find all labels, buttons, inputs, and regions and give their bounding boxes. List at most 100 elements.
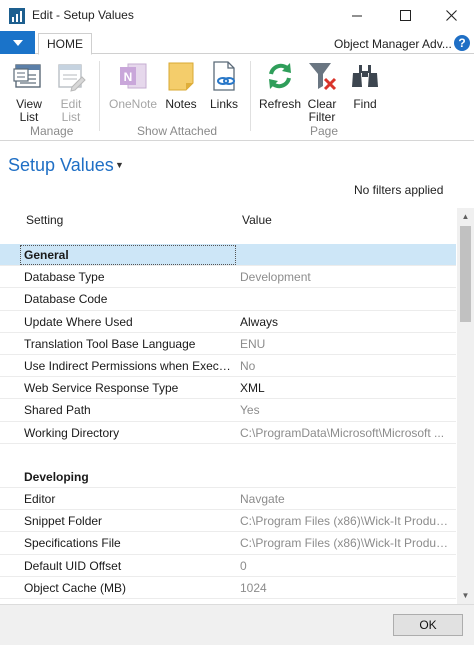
scroll-up-icon[interactable]: ▲ [457,208,474,225]
links-icon [213,61,235,91]
notes-label: Notes [165,97,197,111]
vertical-scrollbar[interactable]: ▲ ▼ [457,208,474,604]
blank-row [0,444,456,466]
table-row[interactable]: Editor Navgate [0,488,456,511]
ribbon-tab-row: HOME Object Manager Adv... ? [0,30,474,55]
table-row[interactable]: Working Directory C:\ProgramData\Microsof… [0,422,456,444]
filter-status: No filters applied [354,183,444,197]
page-title: Setup Values [8,155,114,175]
setting-cell: Snippet Folder [24,514,103,529]
setting-cell: Web Service Response Type [24,381,179,396]
window-title: Edit - Setup Values [32,8,134,22]
value-cell: 0 [240,558,247,573]
chevron-down-icon [12,39,23,46]
ribbon: View List Edit List Manage N OneNote Not… [0,55,474,141]
title-dropdown-icon[interactable]: ▼ [115,160,124,170]
setting-cell: Database Type [24,270,105,285]
table-row[interactable]: Specifications File C:\Program Files (x86… [0,532,456,555]
value-cell: C:\Program Files (x86)\Wick-It Product..… [240,514,450,529]
refresh-icon [269,63,291,89]
edit-list-label: Edit List [60,97,82,124]
setting-cell: Object Cache (MB) [24,580,127,595]
group-header-row[interactable]: General [0,244,456,267]
scrollbar-thumb[interactable] [460,226,471,322]
notes-icon [168,62,194,91]
value-cell[interactable]: XML [240,381,450,395]
view-list-button[interactable]: View List [10,59,48,124]
setting-cell: General [24,248,69,262]
app-menu-button[interactable] [0,31,35,54]
setting-cell: Working Directory [24,425,120,440]
table-row[interactable]: Shared Path Yes [0,399,456,422]
onenote-icon: N [120,63,147,89]
value-cell: Development [240,270,311,285]
setting-cell: Use Indirect Permissions when Executin..… [24,358,234,373]
value-cell: C:\Program Files (x86)\Wick-It Product..… [240,536,450,551]
clear-filter-icon [309,63,337,91]
table-row[interactable]: Object Cache (MB) 1024 [0,577,456,599]
setting-cell: Update Where Used [24,314,133,329]
find-label: Find [353,97,377,111]
value-cell[interactable]: Always [240,315,450,329]
scroll-down-icon[interactable]: ▼ [457,587,474,604]
minimize-button[interactable] [334,0,380,30]
setting-cell: Shared Path [24,403,91,418]
onenote-button[interactable]: N OneNote [106,59,160,111]
find-button[interactable]: Find [348,59,382,111]
group-label-show-attached: Show Attached [137,124,218,138]
setting-cell: Translation Tool Base Language [24,336,196,351]
setting-cell: Developing [24,469,89,484]
close-icon [445,9,457,21]
table-row[interactable]: Database Type Development [0,266,456,289]
ok-button[interactable]: OK [393,614,463,636]
refresh-button[interactable]: Refresh [258,59,302,111]
column-header-setting[interactable]: Setting [26,213,63,227]
svg-text:N: N [124,70,133,84]
value-cell: No [240,358,256,373]
table-row[interactable]: Update Where Used Always [0,311,456,333]
company-name: Object Manager Adv... [334,37,452,51]
value-cell: Navgate [240,492,285,507]
table-row[interactable]: Web Service Response Type XML [0,377,456,400]
setup-values-grid: General Database Type Development Database … [0,244,456,602]
group-header-row[interactable]: Developing [0,466,456,489]
value-cell: ENU [240,336,266,351]
clear-filter-label: Clear Filter [307,97,337,124]
clear-filter-button[interactable]: Clear Filter [304,59,340,124]
view-list-icon [13,64,41,88]
ribbon-separator [99,61,100,131]
setting-cell: Editor [24,492,56,507]
group-label-page: Page [310,124,339,138]
maximize-icon [399,9,411,21]
links-button[interactable]: Links [206,59,242,111]
setting-cell: Default UID Offset [24,558,122,573]
title-bar: Edit - Setup Values [0,0,474,30]
onenote-label: OneNote [108,97,158,111]
table-row[interactable]: Snippet Folder C:\Program Files (x86)\Wic… [0,510,456,533]
edit-list-icon [58,64,86,92]
tab-home[interactable]: HOME [38,33,92,55]
refresh-label: Refresh [258,97,302,111]
dialog-footer: OK [0,604,474,645]
edit-list-button[interactable]: Edit List [53,59,89,124]
column-header-value[interactable]: Value [242,213,272,227]
view-list-label: View List [16,97,42,124]
ribbon-separator [250,61,251,131]
table-row[interactable]: Default UID Offset 0 [0,555,456,577]
value-cell: 1024 [240,580,267,595]
setting-cell: Specifications File [24,536,121,551]
binoculars-icon [352,65,378,87]
maximize-button[interactable] [382,0,428,30]
table-row[interactable]: Translation Tool Base Language ENU [0,333,456,355]
app-icon [9,8,25,24]
notes-button[interactable]: Notes [162,59,200,111]
table-row[interactable]: Database Code [0,288,456,311]
minimize-icon [351,15,362,16]
group-label-manage: Manage [30,124,74,138]
setting-cell: Database Code [24,292,108,307]
links-label: Links [209,97,238,111]
value-cell: C:\ProgramData\Microsoft\Microsoft ... [240,425,445,440]
table-row[interactable]: Use Indirect Permissions when Executin..… [0,355,456,378]
help-icon[interactable]: ? [454,35,470,51]
close-button[interactable] [428,0,474,30]
